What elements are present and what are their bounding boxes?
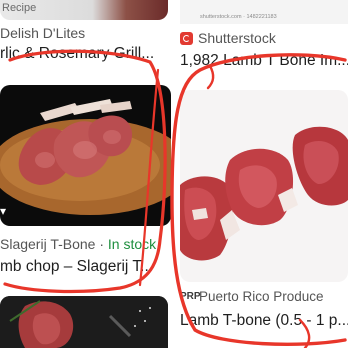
puerto-rico-produce-logo-icon: PRP [180,291,201,302]
in-stock-label: In stock [107,236,157,252]
left-result-title[interactable]: mb chop – Slagerij T... [0,258,153,276]
shutterstock-logo-icon [180,32,193,45]
left-card-source[interactable]: Delish D'Lites [0,25,85,41]
bottom-left-image[interactable] [0,296,168,348]
left-card-title[interactable]: rlic & Rosemary Grill... [0,45,154,63]
top-right-image[interactable] [180,0,348,24]
right-card-title[interactable]: 1,982 Lamb T Bone Im... [180,52,348,70]
top-left-image[interactable]: Recipe [0,0,168,20]
recipe-tag: Recipe [2,2,37,14]
left-store-name: Slagerij T-Bone · [0,236,108,252]
left-result-store[interactable]: Slagerij T-Bone · In stock [0,236,156,252]
right-result-title[interactable]: Lamb T-bone (0.5 - 1 p... [180,312,348,330]
lamb-t-bone-image[interactable] [180,90,348,282]
right-result-store[interactable]: Puerto Rico Produce [199,289,324,304]
lamb-chop-image[interactable]: ▾ [0,85,171,226]
stock-caption: shutterstock.com · 1482221183 [200,14,277,20]
right-card-source[interactable]: Shutterstock [198,30,276,46]
image-badge-icon: ▾ [0,204,7,218]
